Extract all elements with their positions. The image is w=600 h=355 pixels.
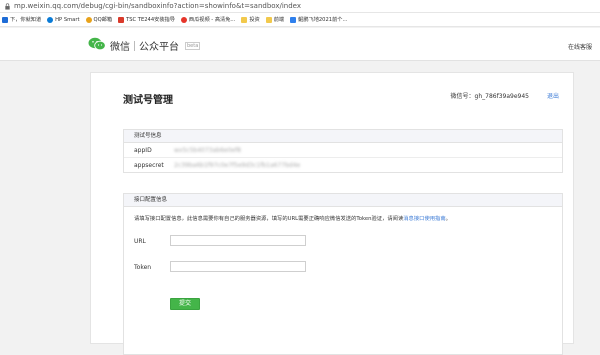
submit-button[interactable]: 提交 — [170, 298, 200, 310]
wechat-id: 微信号：gh_786f39a9e945 — [451, 91, 529, 100]
folder-icon — [241, 16, 248, 23]
xigua-video-icon — [180, 16, 187, 23]
appid-label: appID — [134, 147, 152, 154]
logo-text: 微信 — [110, 42, 130, 53]
bookmark-icon — [290, 16, 297, 23]
lock-icon — [3, 2, 11, 10]
folder-icon — [265, 16, 272, 23]
logo[interactable]: 微信 公众平台 beta — [88, 36, 201, 55]
browser-address-bar[interactable]: mp.weixin.qq.com/debug/cgi-bin/sandboxin… — [0, 0, 600, 13]
online-service-link[interactable]: 在线客服 — [568, 42, 592, 51]
page-title: 测试号管理 — [123, 95, 173, 106]
main-card: 测试号管理 微信号：gh_786f39a9e945 退出 测试号信息 appID… — [90, 72, 574, 355]
interface-config-description: 请填写接口配置信息，此信息需要你有自己的服务器资源，填写的URL需要正确响应微信… — [134, 216, 451, 222]
token-input[interactable] — [170, 261, 306, 272]
logo-tag: beta — [185, 41, 201, 50]
token-label: Token — [134, 264, 152, 271]
interface-config-header: 接口配置信息 — [124, 194, 562, 207]
bookmark-item[interactable]: 下，你就知道 — [2, 16, 41, 23]
test-info-header: 测试号信息 — [124, 130, 562, 143]
bookmark-folder[interactable]: 前端 — [265, 16, 284, 23]
interface-config-panel: 接口配置信息 请填写接口配置信息，此信息需要你有自己的服务器资源，填写的URL需… — [123, 193, 563, 355]
bookmark-icon — [2, 16, 8, 23]
test-info-panel: 测试号信息 appID wx5c5b4073ab6e0ef8 appsecret… — [123, 129, 563, 173]
bookmark-folder[interactable]: 投资 — [241, 16, 260, 23]
url-input[interactable] — [170, 235, 306, 246]
tsc-icon — [118, 16, 125, 23]
bookmark-item[interactable]: QQ邮箱 — [85, 16, 112, 23]
bookmark-item[interactable]: 西瓜视频 - 高清免... — [180, 16, 235, 23]
appsecret-label: appsecret — [134, 162, 164, 169]
wechat-id-value: gh_786f39a9e945 — [474, 93, 529, 100]
logo-subtitle: 公众平台 — [139, 42, 179, 53]
logout-link[interactable]: 退出 — [547, 91, 559, 100]
site-header: 微信 公众平台 beta 在线客服 — [0, 28, 600, 61]
bookmark-item[interactable]: TSC TE244安装指导 — [118, 16, 175, 23]
wechat-logo-icon — [88, 36, 106, 55]
wechat-id-label: 微信号： — [450, 93, 475, 100]
table-row: appsecret 2c39ba6b1f97c0e7f5e9d3c1fb1a67… — [124, 158, 562, 172]
appid-value: wx5c5b4073ab6e0ef8 — [174, 147, 241, 154]
bookmark-item[interactable]: 鲲鹏飞地2021前个... — [290, 16, 347, 23]
qq-mail-icon — [85, 16, 92, 23]
table-row: appID wx5c5b4073ab6e0ef8 — [124, 143, 562, 158]
bookmarks-bar: 下，你就知道 HP Smart QQ邮箱 TSC TE244安装指导 西瓜视频 … — [0, 13, 600, 27]
logo-divider — [134, 40, 135, 51]
bookmark-item[interactable]: HP Smart — [47, 16, 80, 23]
doc-link[interactable]: 消息接口使用指南 — [403, 216, 445, 222]
hp-icon — [47, 16, 54, 23]
address-url[interactable]: mp.weixin.qq.com/debug/cgi-bin/sandboxin… — [14, 2, 301, 10]
url-label: URL — [134, 238, 146, 245]
appsecret-value: 2c39ba6b1f97c0e7f5e9d3c1fb1a677bd4e — [174, 162, 301, 169]
